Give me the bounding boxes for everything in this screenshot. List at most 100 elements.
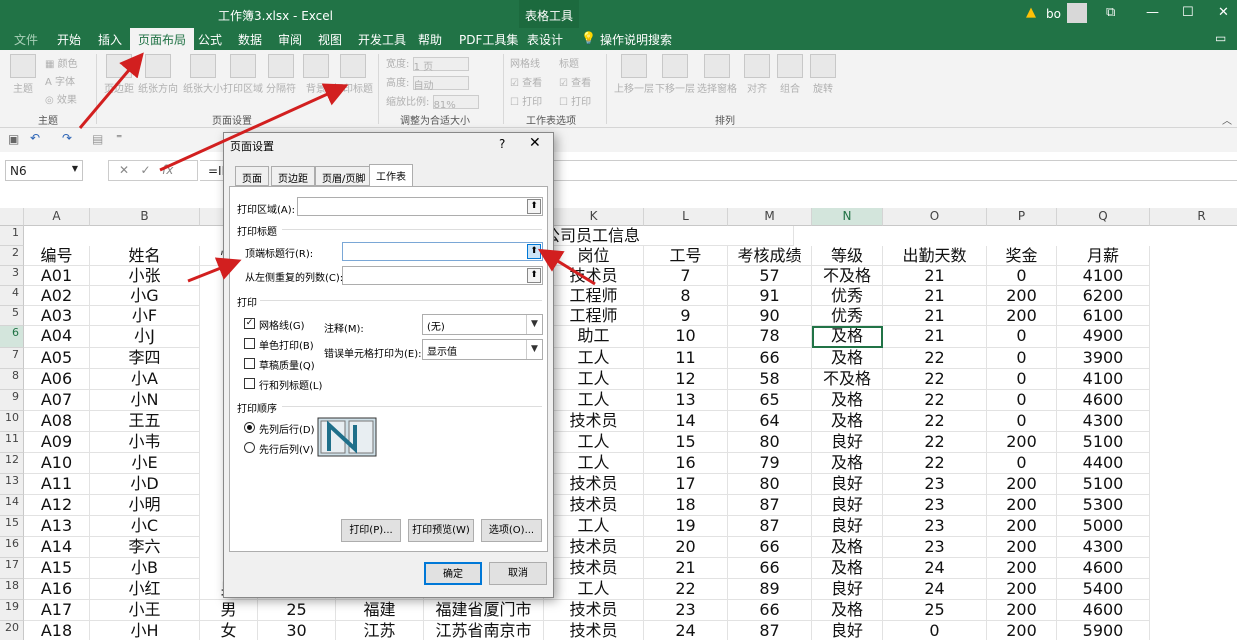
save-icon[interactable]: ▣	[8, 132, 19, 146]
table-cell[interactable]: 工人	[544, 453, 644, 474]
table-cell[interactable]: 小王	[90, 600, 200, 621]
table-cell[interactable]: 良好	[812, 579, 883, 600]
table-cell[interactable]: 7	[644, 266, 728, 286]
table-cell[interactable]: 14	[644, 411, 728, 432]
table-cell[interactable]: 工人	[544, 348, 644, 369]
row-header[interactable]: 8	[0, 369, 24, 390]
collapse-dialog-icon[interactable]: ⬆	[527, 199, 541, 214]
table-cell[interactable]: 工程师	[544, 286, 644, 306]
table-cell[interactable]: 工人	[544, 369, 644, 390]
table-cell[interactable]: 工人	[544, 432, 644, 453]
table-cell[interactable]: 23	[883, 474, 987, 495]
table-cell[interactable]: 10	[644, 326, 728, 348]
tab-sheet[interactable]: 工作表	[369, 164, 413, 187]
table-cell[interactable]: 及格	[812, 411, 883, 432]
print-area-button[interactable]: 打印区域	[223, 54, 263, 95]
table-cell[interactable]: 200	[987, 495, 1057, 516]
table-cell[interactable]: 25	[258, 600, 336, 621]
table-cell[interactable]: 良好	[812, 621, 883, 640]
group-button[interactable]: 组合	[777, 54, 803, 95]
insert-function-icon[interactable]: fx	[162, 163, 173, 177]
header-cell[interactable]: 等级	[812, 246, 883, 266]
tab-data[interactable]: 数据	[238, 31, 262, 48]
theme-colors-button[interactable]: ▦ 颜色	[45, 56, 78, 74]
table-cell[interactable]: A16	[24, 579, 90, 600]
table-cell[interactable]: 23	[644, 600, 728, 621]
table-cell[interactable]: A10	[24, 453, 90, 474]
table-cell[interactable]: 4100	[1057, 266, 1150, 286]
row-header[interactable]: 1	[0, 226, 24, 246]
comments-select[interactable]: (无) ▼	[422, 314, 543, 335]
table-cell[interactable]: A14	[24, 537, 90, 558]
table-cell[interactable]: A17	[24, 600, 90, 621]
table-cell[interactable]: 25	[883, 600, 987, 621]
table-cell[interactable]: 200	[987, 306, 1057, 326]
background-button[interactable]: 背景	[303, 54, 329, 95]
table-cell[interactable]: 12	[644, 369, 728, 390]
table-cell[interactable]: 5400	[1057, 579, 1150, 600]
table-cell[interactable]: 89	[728, 579, 812, 600]
bw-checkbox[interactable]	[244, 338, 255, 349]
table-cell[interactable]: 小C	[90, 516, 200, 537]
table-cell[interactable]: 87	[728, 621, 812, 640]
table-cell[interactable]: 4100	[1057, 369, 1150, 390]
cols-to-repeat-input[interactable]	[342, 266, 543, 285]
tab-file[interactable]: 文件	[14, 31, 38, 48]
header-cell[interactable]: 奖金	[987, 246, 1057, 266]
table-cell[interactable]: 58	[728, 369, 812, 390]
table-cell[interactable]: 良好	[812, 432, 883, 453]
title-cell[interactable]: 公司员工信息	[544, 226, 794, 246]
table-cell[interactable]: 22	[883, 432, 987, 453]
table-cell[interactable]: 男	[200, 600, 258, 621]
size-button[interactable]: 纸张大小	[183, 54, 223, 95]
table-cell[interactable]: 30	[258, 621, 336, 640]
tab-formulas[interactable]: 公式	[198, 31, 222, 48]
table-cell[interactable]: 江苏省南京市	[424, 621, 544, 640]
collapse-dialog-icon[interactable]: ⬆	[527, 268, 541, 283]
table-cell[interactable]: A07	[24, 390, 90, 411]
gridlines-print-checkbox[interactable]: ☐ 打印	[510, 93, 542, 112]
table-cell[interactable]: 64	[728, 411, 812, 432]
table-cell[interactable]: 66	[728, 600, 812, 621]
table-cell[interactable]: 技术员	[544, 266, 644, 286]
table-cell[interactable]: 5100	[1057, 432, 1150, 453]
column-header[interactable]: K	[544, 208, 644, 226]
table-cell[interactable]: 200	[987, 286, 1057, 306]
table-cell[interactable]: 工人	[544, 516, 644, 537]
margins-button[interactable]: 页边距	[104, 54, 134, 95]
table-cell[interactable]: 22	[883, 453, 987, 474]
table-cell[interactable]: 工人	[544, 579, 644, 600]
table-cell[interactable]: A02	[24, 286, 90, 306]
row-header[interactable]: 11	[0, 432, 24, 453]
column-header[interactable]: P	[987, 208, 1057, 226]
table-cell[interactable]: 87	[728, 516, 812, 537]
table-cell[interactable]: 0	[883, 621, 987, 640]
table-cell[interactable]: 24	[644, 621, 728, 640]
table-cell[interactable]: 13	[644, 390, 728, 411]
table-cell[interactable]: 57	[728, 266, 812, 286]
row-header[interactable]: 7	[0, 348, 24, 369]
table-cell[interactable]: 李四	[90, 348, 200, 369]
rows-to-repeat-input[interactable]	[342, 242, 543, 261]
table-cell[interactable]: 王五	[90, 411, 200, 432]
table-cell[interactable]: 15	[644, 432, 728, 453]
row-header[interactable]: 14	[0, 495, 24, 516]
table-cell[interactable]: 6200	[1057, 286, 1150, 306]
column-header[interactable]: L	[644, 208, 728, 226]
table-cell[interactable]: 4400	[1057, 453, 1150, 474]
table-cell[interactable]: 及格	[812, 600, 883, 621]
table-cell[interactable]: 技术员	[544, 495, 644, 516]
table-cell[interactable]: A05	[24, 348, 90, 369]
table-cell[interactable]: 20	[644, 537, 728, 558]
table-cell[interactable]: 23	[883, 495, 987, 516]
print-area-input[interactable]	[297, 197, 543, 216]
table-cell[interactable]: 5000	[1057, 516, 1150, 537]
tab-insert[interactable]: 插入	[98, 31, 122, 48]
table-cell[interactable]: 80	[728, 474, 812, 495]
collapse-dialog-icon[interactable]: ⬆	[527, 244, 541, 259]
fit-height-dropdown[interactable]: 自动	[412, 76, 469, 92]
table-cell[interactable]: 21	[883, 306, 987, 326]
table-cell[interactable]: 4600	[1057, 558, 1150, 579]
table-cell[interactable]: A11	[24, 474, 90, 495]
table-cell[interactable]: 21	[883, 286, 987, 306]
